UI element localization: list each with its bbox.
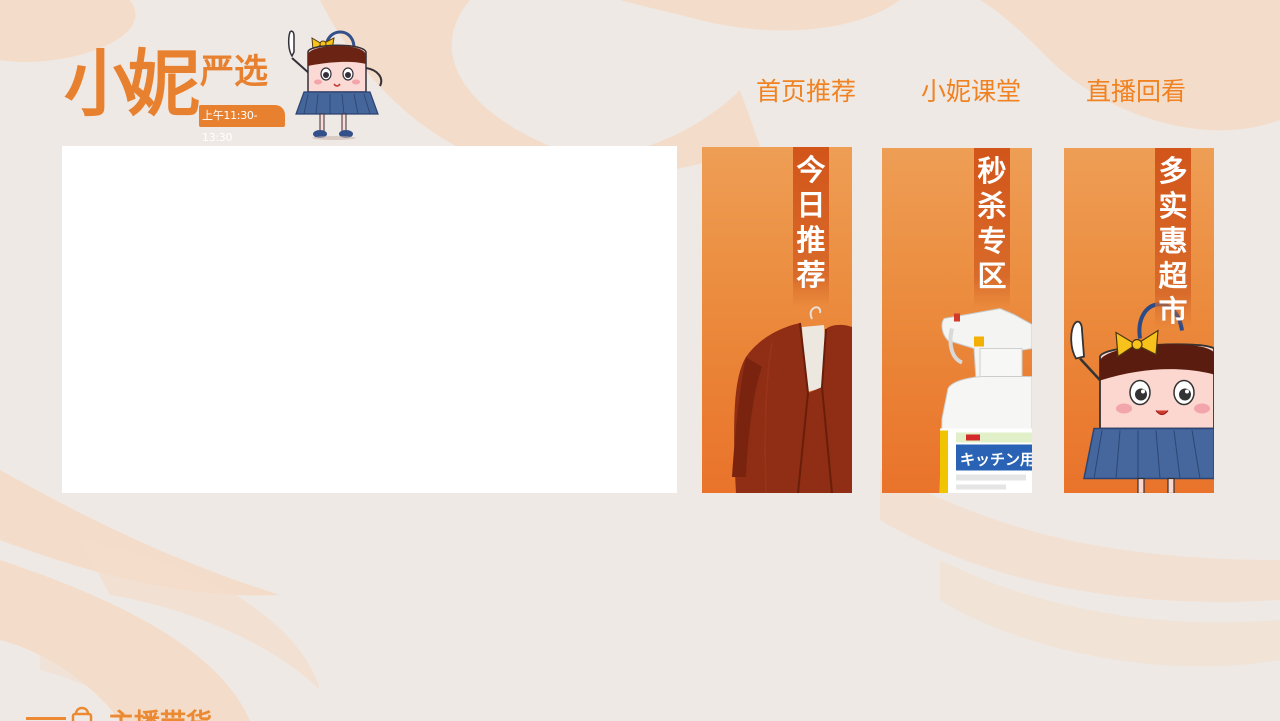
section-title: 主播带货	[108, 709, 212, 721]
card-title-today-recommend: 今日推荐	[796, 153, 826, 292]
card-title-flash-sale: 秒杀专区	[977, 154, 1007, 293]
nav-item-live-replay[interactable]: 直播回看	[1081, 74, 1191, 110]
logo-live-time: 上午11:30-13:30	[199, 105, 285, 144]
spray-bottle-brand-text: キッチン用	[960, 451, 1032, 469]
bag-icon	[71, 706, 93, 721]
mascot-pointing-image	[1070, 302, 1214, 493]
video-player-area[interactable]	[62, 146, 677, 493]
mascot-icon	[287, 30, 383, 140]
logo-name-secondary: 严选	[200, 52, 268, 92]
logo-name-primary: 小妮	[64, 42, 200, 126]
promo-card-flash-sale[interactable]: キッチン用 秒杀专区	[882, 148, 1032, 493]
brand-logo[interactable]: 小妮 严选 上午11:30-13:30	[60, 22, 390, 144]
nav-item-xiaoni-classroom[interactable]: 小妮课堂	[916, 74, 1026, 110]
red-coat-image	[732, 306, 852, 493]
main-nav: 首页推荐 小妮课堂 直播回看	[740, 74, 1200, 110]
promo-card-today-recommend[interactable]: 今日推荐	[702, 147, 852, 493]
card-title-value-supermarket: 多实惠超市	[1158, 154, 1188, 328]
nav-item-home-recommend[interactable]: 首页推荐	[751, 74, 861, 110]
section-divider-line	[26, 717, 66, 720]
promo-card-value-supermarket[interactable]: 多实惠超市	[1064, 148, 1214, 493]
